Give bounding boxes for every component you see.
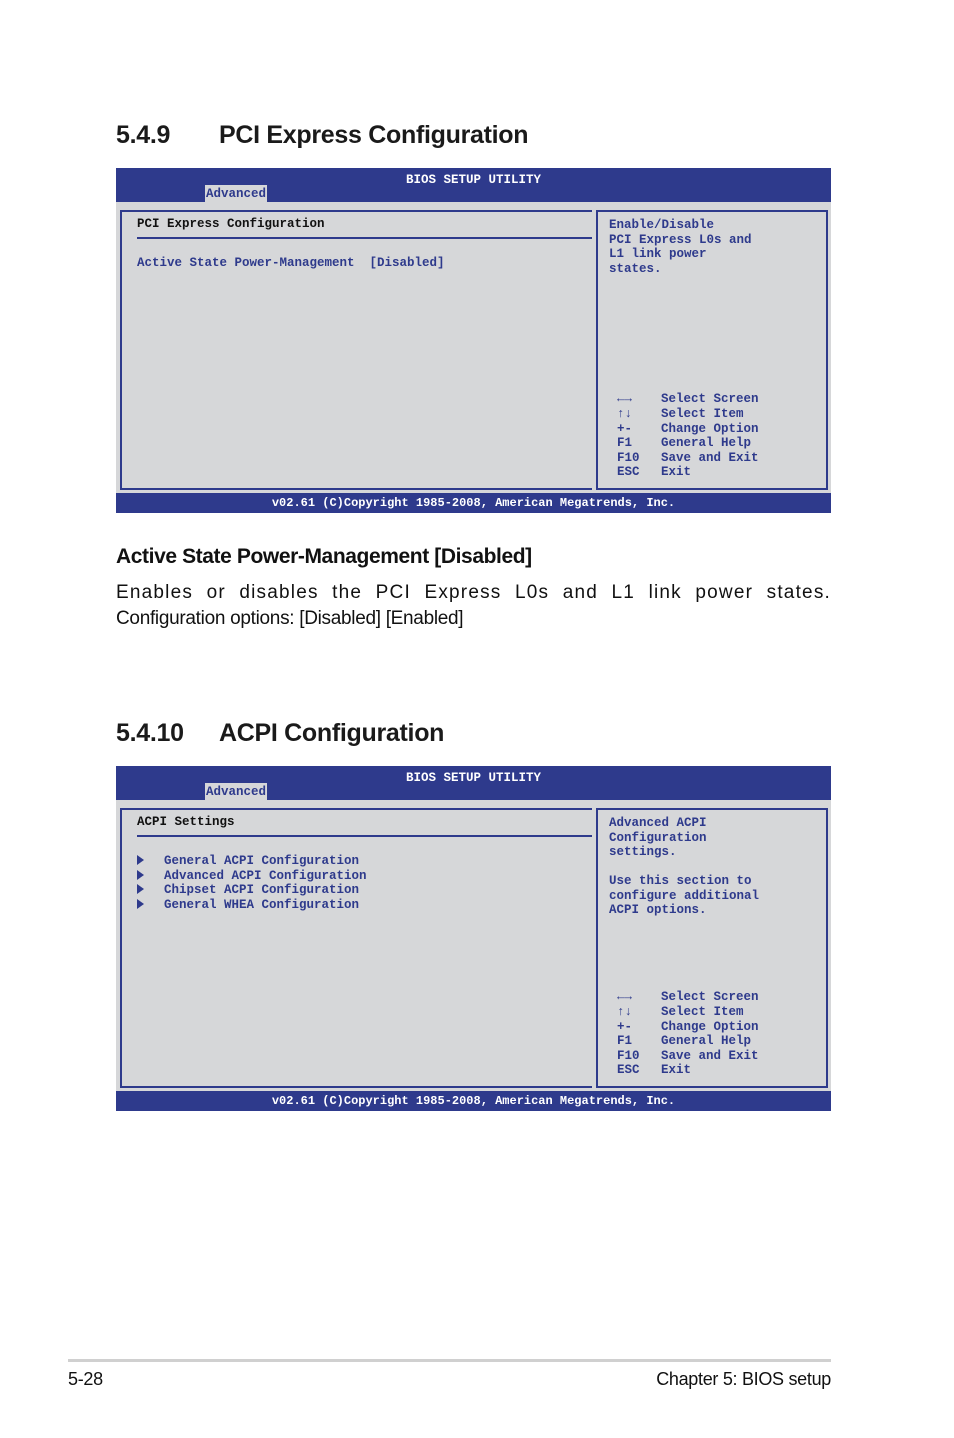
key-action: General Help xyxy=(661,436,752,451)
description-paragraph: Enables or disables the PCI Express L0s … xyxy=(116,580,831,632)
tab-advanced[interactable]: Advanced xyxy=(205,783,268,800)
footer-divider xyxy=(68,1359,831,1362)
bios-copyright-bar: v02.61 (C)Copyright 1985-2008, American … xyxy=(116,493,831,513)
bios-help-panel: Enable/Disable PCI Express L0s and L1 li… xyxy=(596,210,828,490)
submenu-label: Chipset ACPI Configuration xyxy=(164,883,360,897)
section-heading-acpi: 5.4.10 ACPI Configuration xyxy=(116,719,444,748)
subheading-active-state-pm: Active State Power-Management [Disabled] xyxy=(116,545,532,568)
section-number: 5.4.9 xyxy=(116,121,171,149)
submenu-arrow-icon xyxy=(137,884,144,894)
submenu-general-whea[interactable]: General WHEA Configuration xyxy=(137,898,359,912)
key-row: ESC Exit xyxy=(617,1063,759,1078)
submenu-label: General WHEA Configuration xyxy=(164,898,360,912)
submenu-general-acpi[interactable]: General ACPI Configuration xyxy=(137,854,359,868)
key-action: Select Item xyxy=(661,407,744,422)
key-action: Select Screen xyxy=(661,392,759,407)
bios-top-bar: BIOS SETUP UTILITY Advanced xyxy=(116,168,831,202)
key-arrows-ud: ↑↓ xyxy=(617,1005,633,1020)
key-f1: F1 xyxy=(617,436,633,451)
key-legend: ←→ Select Screen ↑↓ Select Item +- Change O… xyxy=(617,990,759,1078)
bios-help-panel: Advanced ACPI Configuration settings. Us… xyxy=(596,808,828,1088)
key-f1: F1 xyxy=(617,1034,633,1049)
key-action: Exit xyxy=(661,465,692,480)
bios-body: ACPI Settings General ACPI Configuration… xyxy=(116,800,831,1089)
key-esc: ESC xyxy=(617,465,640,480)
key-row: F1 General Help xyxy=(617,436,759,451)
bios-main-panel: ACPI Settings General ACPI Configuration… xyxy=(120,808,596,1088)
key-action: Select Screen xyxy=(661,990,759,1005)
bios-top-bar: BIOS SETUP UTILITY Advanced xyxy=(116,766,831,800)
submenu-chipset-acpi[interactable]: Chipset ACPI Configuration xyxy=(137,883,359,897)
key-row: ↑↓ Select Item xyxy=(617,407,759,422)
submenu-label: General ACPI Configuration xyxy=(164,854,360,868)
description-line-2: Configuration options: [Disabled] [Enabl… xyxy=(116,608,464,629)
submenu-arrow-icon xyxy=(137,855,144,865)
key-row: F10 Save and Exit xyxy=(617,1049,759,1064)
bios-section-title: ACPI Settings xyxy=(137,815,235,829)
bios-screenshot-pci-express: BIOS SETUP UTILITY Advanced PCI Express … xyxy=(116,168,831,513)
section-title: PCI Express Configuration xyxy=(219,121,529,149)
key-row: ↑↓ Select Item xyxy=(617,1005,759,1020)
bios-screenshot-acpi: BIOS SETUP UTILITY Advanced ACPI Setting… xyxy=(116,766,831,1111)
key-action: Change Option xyxy=(661,1019,759,1034)
section-heading-pci-express: 5.4.9 PCI Express Configuration xyxy=(116,121,529,150)
key-row: F1 General Help xyxy=(617,1034,759,1049)
key-action: General Help xyxy=(661,1034,752,1049)
section-number: 5.4.10 xyxy=(116,719,184,747)
bios-section-title: PCI Express Configuration xyxy=(137,217,325,231)
key-row: +- Change Option xyxy=(617,422,759,437)
submenu-arrow-icon xyxy=(137,899,144,909)
key-row: F10 Save and Exit xyxy=(617,451,759,466)
bios-main-panel: PCI Express Configuration Active State P… xyxy=(120,210,596,490)
setting-active-state-power-management[interactable]: Active State Power-Management [Disabled] xyxy=(137,256,445,270)
tab-advanced[interactable]: Advanced xyxy=(205,185,268,202)
key-action: Select Item xyxy=(661,1005,744,1020)
help-text: Enable/Disable PCI Express L0s and L1 li… xyxy=(609,218,752,276)
key-esc: ESC xyxy=(617,1063,640,1078)
key-plus-minus: +- xyxy=(617,1019,633,1034)
key-action: Save and Exit xyxy=(661,450,759,465)
key-row: ←→ Select Screen xyxy=(617,392,759,407)
key-action: Save and Exit xyxy=(661,1048,759,1063)
description-line-1: Enables or disables the PCI Express L0s … xyxy=(116,582,831,603)
key-arrows-lr: ←→ xyxy=(617,990,633,1005)
submenu-label: Advanced ACPI Configuration xyxy=(164,869,367,883)
page-number: 5-28 xyxy=(68,1369,103,1389)
key-plus-minus: +- xyxy=(617,421,633,436)
section-title: ACPI Configuration xyxy=(219,719,445,747)
section-divider xyxy=(137,835,596,837)
key-row: +- Change Option xyxy=(617,1020,759,1035)
key-arrows-ud: ↑↓ xyxy=(617,407,633,422)
key-action: Exit xyxy=(661,1063,692,1078)
key-f10: F10 xyxy=(617,1048,640,1063)
bios-copyright-bar: v02.61 (C)Copyright 1985-2008, American … xyxy=(116,1091,831,1111)
help-text: Advanced ACPI Configuration settings. Us… xyxy=(609,816,760,917)
chapter-title: Chapter 5: BIOS setup xyxy=(656,1369,831,1389)
key-row: ESC Exit xyxy=(617,465,759,480)
submenu-arrow-icon xyxy=(137,870,144,880)
key-arrows-lr: ←→ xyxy=(617,392,633,407)
key-action: Change Option xyxy=(661,421,759,436)
key-legend: ←→ Select Screen ↑↓ Select Item +- Change O… xyxy=(617,392,759,480)
submenu-advanced-acpi[interactable]: Advanced ACPI Configuration xyxy=(137,869,367,883)
section-divider xyxy=(137,237,596,239)
bios-body: PCI Express Configuration Active State P… xyxy=(116,202,831,491)
key-row: ←→ Select Screen xyxy=(617,990,759,1005)
key-f10: F10 xyxy=(617,450,640,465)
